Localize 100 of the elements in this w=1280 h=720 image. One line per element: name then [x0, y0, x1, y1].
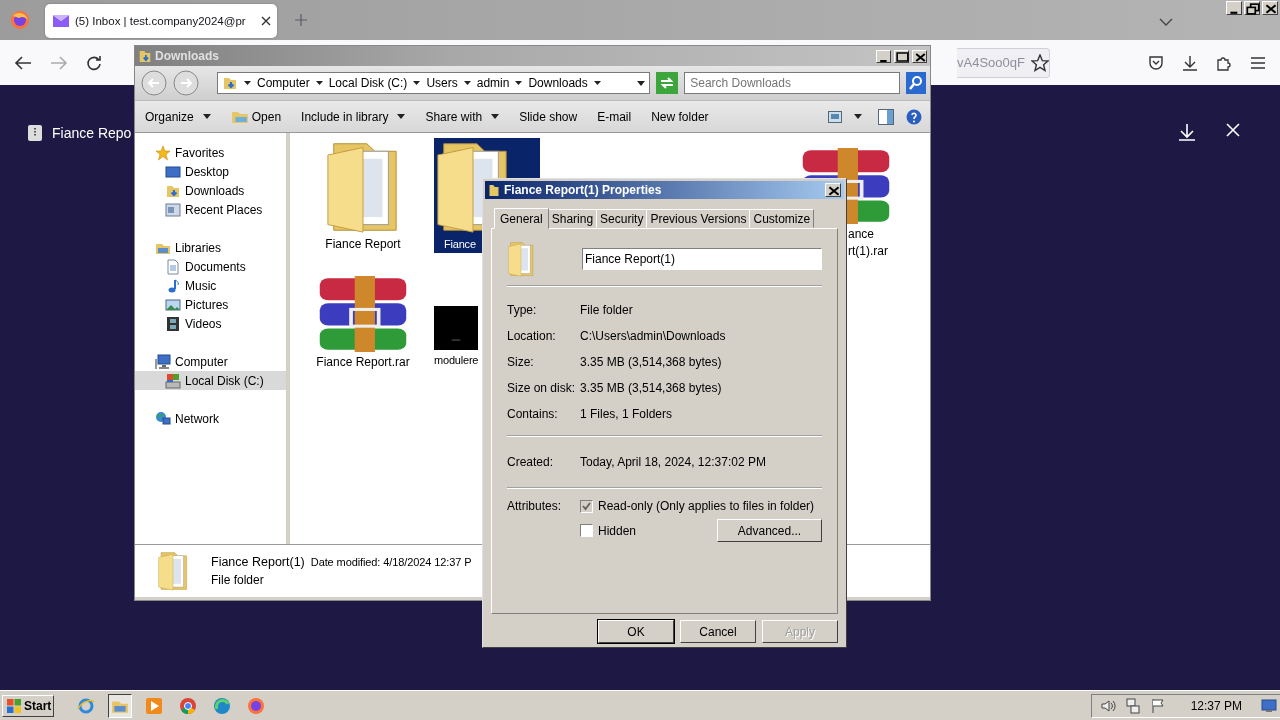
toolbar-button[interactable]: Slide show — [519, 109, 578, 124]
field-value: 3.35 MB (3,514,368 bytes) — [580, 381, 723, 395]
nav-item[interactable]: Documents — [135, 257, 286, 276]
checkbox-label[interactable]: Hidden — [598, 523, 637, 538]
windows-logo-icon — [6, 698, 22, 714]
toolbar-button[interactable]: E-mail — [597, 109, 632, 124]
caret-icon[interactable] — [854, 114, 862, 119]
maximize-icon[interactable] — [894, 49, 909, 63]
breadcrumb-item[interactable]: Users — [426, 76, 458, 90]
breadcrumb-item[interactable]: Downloads — [528, 76, 588, 90]
field-value: 3.35 MB (3,514,368 bytes) — [580, 355, 723, 369]
dialog-title: Fiance Report(1) Properties — [504, 183, 663, 197]
firefox-icon[interactable] — [247, 697, 265, 715]
checkbox[interactable] — [580, 499, 593, 513]
field-label: Created: — [507, 455, 555, 469]
menu-button[interactable]: Organize — [145, 109, 211, 124]
pictures-icon — [165, 296, 181, 313]
field-value: C:\Users\admin\Downloads — [580, 329, 727, 343]
date-modified: Date modified: 4/18/2024 12:37 P — [310, 556, 472, 568]
file-icon — [28, 125, 42, 141]
breadcrumb-item[interactable]: admin — [476, 76, 510, 90]
folder-icon — [157, 551, 189, 591]
star-icon — [155, 144, 171, 161]
start-button[interactable]: Start — [2, 695, 54, 717]
nav-item[interactable]: Pictures — [135, 295, 286, 314]
edge-icon[interactable] — [213, 697, 231, 715]
menu-icon[interactable] — [1250, 55, 1266, 70]
name-field[interactable]: Fiance Report(1) — [582, 248, 822, 270]
nav-item[interactable]: Downloads — [135, 181, 286, 200]
download-icon[interactable] — [1182, 54, 1198, 71]
field-value: Today, April 18, 2024, 12:37:02 PM — [580, 455, 767, 469]
field-label: Size on disk: — [507, 381, 577, 395]
menu-button[interactable]: Include in library — [301, 109, 406, 124]
nav-item[interactable]: Favorites — [135, 143, 286, 162]
close-icon[interactable] — [261, 16, 271, 26]
pocket-icon[interactable] — [1148, 54, 1164, 71]
breadcrumb-item[interactable]: Local Disk (C:) — [328, 76, 408, 90]
caret-icon — [397, 114, 406, 119]
nav-item[interactable]: Network — [135, 409, 286, 428]
toolbar-button[interactable]: New folder — [651, 109, 709, 124]
network-icon[interactable] — [1124, 698, 1141, 714]
field-value: File folder — [580, 303, 634, 317]
file-type: File folder — [211, 573, 265, 587]
star-icon[interactable] — [1030, 53, 1049, 72]
forward-icon[interactable] — [173, 70, 199, 96]
field-label: Size: — [507, 355, 535, 369]
video-thumbnail-icon — [434, 306, 478, 350]
tab[interactable]: Security — [596, 209, 648, 228]
desktop-icon — [165, 163, 181, 180]
view-icon[interactable] — [828, 110, 842, 123]
speaker-icon[interactable] — [1099, 698, 1116, 714]
search-icon[interactable] — [906, 72, 926, 94]
flag-icon[interactable] — [1149, 698, 1166, 714]
cancel-button[interactable]: Cancel — [680, 620, 756, 643]
firefox-logo-icon[interactable] — [10, 10, 30, 30]
back-icon[interactable] — [14, 54, 32, 71]
tab[interactable]: Sharing — [547, 209, 598, 228]
tab[interactable]: Customize — [749, 209, 815, 228]
field-label: Type: — [507, 303, 538, 317]
tab[interactable]: Previous Versions — [646, 209, 751, 228]
nav-item[interactable]: Desktop — [135, 162, 286, 181]
chrome-icon[interactable] — [179, 697, 197, 715]
checkbox[interactable] — [580, 524, 593, 537]
search-field[interactable]: Search Downloads — [684, 72, 900, 94]
file-item[interactable]: Fiance Report.rar — [310, 266, 416, 381]
browser-tab[interactable]: (5) Inbox | test.company2024@pr — [45, 4, 277, 38]
refresh-icon[interactable] — [656, 72, 679, 94]
toolbar-button[interactable]: Open — [230, 108, 282, 125]
checkbox-label[interactable]: Read-only (Only applies to files in folder) — [598, 499, 815, 513]
nav-item[interactable]: Music — [135, 276, 286, 295]
tab[interactable]: General — [494, 208, 549, 229]
breadcrumb-item[interactable]: Computer — [257, 76, 310, 90]
advanced-button[interactable]: Advanced... — [717, 519, 822, 542]
reload-icon[interactable] — [86, 54, 102, 71]
file-item[interactable]: Fiance Report — [310, 138, 416, 253]
nav-item[interactable]: Libraries — [135, 238, 286, 257]
ok-button[interactable]: OK — [598, 620, 674, 643]
puzzle-icon[interactable] — [1216, 54, 1232, 71]
nav-item[interactable]: Videos — [135, 314, 286, 333]
nav-item[interactable]: Recent Places — [135, 200, 286, 219]
caret-icon — [202, 114, 211, 119]
nav-item[interactable]: Local Disk (C:) — [135, 371, 286, 390]
field-value: 1 Files, 1 Folders — [580, 407, 674, 421]
show-desktop-icon[interactable] — [1261, 699, 1277, 713]
folder-icon — [138, 48, 152, 64]
field-label: Contains: — [507, 407, 559, 421]
minimize-icon[interactable] — [876, 49, 891, 63]
restore-icon[interactable] — [1244, 1, 1260, 15]
file-name: Fiance Report(1) — [211, 555, 305, 569]
minimize-icon[interactable] — [1226, 1, 1242, 15]
caret-icon — [491, 114, 500, 119]
field-label: Attributes: — [507, 499, 563, 513]
chevron-icon[interactable] — [1159, 18, 1173, 26]
address-bar[interactable]: Computer Local Disk (C:) Users admin Downloads — [217, 72, 651, 94]
clock: 12:37 PM — [1190, 699, 1242, 713]
preview-pane-icon[interactable] — [878, 108, 894, 125]
nav-item[interactable]: Computer — [135, 352, 286, 371]
menu-button[interactable]: Share with — [425, 109, 500, 124]
file-item[interactable]: modulere — [434, 266, 480, 381]
help-icon[interactable] — [906, 108, 922, 125]
